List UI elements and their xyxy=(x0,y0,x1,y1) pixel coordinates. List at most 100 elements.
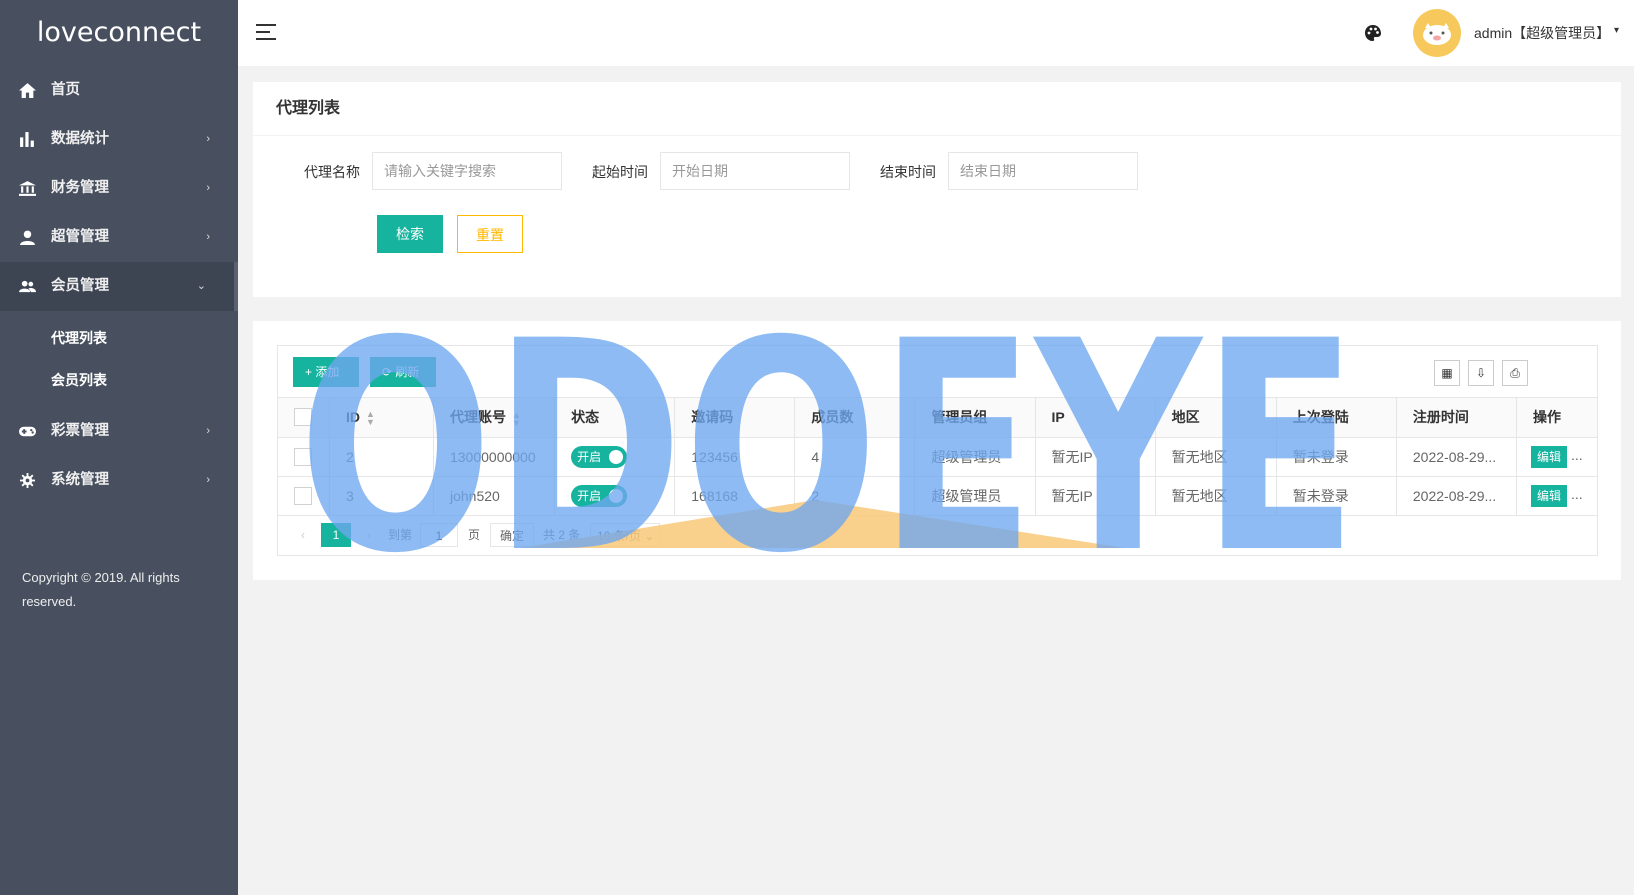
sidebar-item-system[interactable]: 系统管理 › xyxy=(0,456,238,505)
prev-page-icon[interactable]: ‹ xyxy=(290,523,316,547)
top-header: admin【超级管理员】 ▾ xyxy=(238,0,1634,66)
table-toolbar: + 添加 ⟳ 刷新 ▦ ⇩ ⎙ xyxy=(278,346,1597,398)
sidebar-item-label: 系统管理 xyxy=(51,472,109,488)
chevron-down-icon: ⌄ xyxy=(196,280,206,292)
status-toggle[interactable]: 开启 xyxy=(571,445,628,468)
bar-chart-icon xyxy=(20,132,34,147)
caret-down-icon[interactable]: ▾ xyxy=(1614,25,1619,36)
sidebar-item-members[interactable]: 会员管理 ⌄ xyxy=(0,262,238,311)
more-actions[interactable]: ... xyxy=(1571,447,1583,463)
goto-label: 到第 xyxy=(388,528,413,542)
sidebar-item-stats[interactable]: 数据统计 › xyxy=(0,115,238,164)
page-title: 代理列表 xyxy=(253,82,1621,136)
cell-ip: 暂无IP xyxy=(1035,476,1156,516)
gamepad-icon xyxy=(19,426,36,437)
agent-name-label: 代理名称 xyxy=(304,164,360,180)
cell-invite: 168168 xyxy=(674,476,796,516)
column-header-last-login: 上次登陆 xyxy=(1276,398,1397,438)
cell-members: 4 xyxy=(794,437,916,477)
refresh-button[interactable]: ⟳ 刷新 xyxy=(370,357,436,387)
sidebar-subitem-agent-list[interactable]: 代理列表 xyxy=(0,317,238,359)
column-header-ip: IP xyxy=(1035,398,1156,438)
chevron-right-icon: › xyxy=(206,474,210,486)
cell-account: 13000000000 xyxy=(433,437,556,477)
palette-icon[interactable] xyxy=(1364,24,1382,42)
start-time-label: 起始时间 xyxy=(592,164,648,180)
cell-invite: 123456 xyxy=(674,437,796,477)
row-checkbox[interactable] xyxy=(294,447,312,466)
export-icon[interactable]: ⇩ xyxy=(1468,360,1494,386)
pagination: ‹ 1 › 到第 1 页 确定 共 2 条 10 条/页 ⌄ xyxy=(278,514,1597,554)
sort-icon[interactable]: ▲ ▼ xyxy=(512,410,521,427)
sort-icon[interactable]: ▲ ▼ xyxy=(366,409,375,426)
bank-icon xyxy=(19,181,36,196)
chevron-right-icon: › xyxy=(206,231,210,243)
gear-icon xyxy=(20,473,35,488)
chevron-right-icon: › xyxy=(206,182,210,194)
cell-members: 2 xyxy=(794,476,916,516)
cell-id: 3 xyxy=(329,476,434,516)
column-header-members: 成员数 xyxy=(794,398,916,438)
sidebar-item-label: 超管管理 xyxy=(51,229,109,245)
column-header-region: 地区 xyxy=(1155,398,1277,438)
column-header-invite: 邀请码 xyxy=(674,398,796,438)
end-time-label: 结束时间 xyxy=(880,164,936,180)
add-button[interactable]: + 添加 xyxy=(293,357,359,387)
row-checkbox[interactable] xyxy=(294,486,312,505)
user-icon xyxy=(20,230,35,245)
reset-button[interactable]: 重置 xyxy=(457,215,523,253)
copyright-text: Copyright © 2019. All rights reserved. xyxy=(22,570,180,609)
next-page-icon[interactable]: › xyxy=(356,523,382,547)
avatar-pig-icon xyxy=(1423,23,1451,45)
chevron-right-icon: › xyxy=(206,133,210,145)
sidebar-item-finance[interactable]: 财务管理 › xyxy=(0,164,238,213)
goto-confirm-button[interactable]: 确定 xyxy=(490,523,534,547)
columns-filter-icon[interactable]: ▦ xyxy=(1434,360,1460,386)
edit-button[interactable]: 编辑 xyxy=(1530,484,1567,507)
search-card: 代理列表 代理名称 请输入关键字搜索 起始时间 开始日期 结束时间 结束日期 检… xyxy=(253,82,1621,297)
table-row: 2 13000000000 开启 123456 4 超级管理员 暂无IP 暂无地… xyxy=(278,437,1597,477)
admin-name[interactable]: admin【超级管理员】 xyxy=(1474,23,1610,43)
users-icon xyxy=(19,280,36,293)
column-header-id[interactable]: ID ▲ ▼ xyxy=(329,398,434,438)
page-1-button[interactable]: 1 xyxy=(321,523,351,547)
cell-group: 超级管理员 xyxy=(914,476,1036,516)
page-size-select[interactable]: 10 条/页 ⌄ xyxy=(590,523,660,547)
more-actions[interactable]: ... xyxy=(1571,486,1583,502)
menu-toggle-icon[interactable] xyxy=(256,24,276,40)
sidebar-item-label: 会员管理 xyxy=(51,278,109,294)
sidebar-subitem-member-list[interactable]: 会员列表 xyxy=(0,359,238,401)
sidebar-item-superadmin[interactable]: 超管管理 › xyxy=(0,213,238,262)
start-date-input[interactable]: 开始日期 xyxy=(660,152,850,190)
column-header-account[interactable]: 代理账号 ▲ ▼ xyxy=(433,398,556,438)
cell-last-login: 暂未登录 xyxy=(1276,476,1397,516)
search-button[interactable]: 检索 xyxy=(377,215,443,253)
sidebar-item-home[interactable]: 首页 xyxy=(0,66,238,115)
status-toggle[interactable]: 开启 xyxy=(571,484,628,507)
end-date-input[interactable]: 结束日期 xyxy=(948,152,1138,190)
print-icon[interactable]: ⎙ xyxy=(1502,360,1528,386)
cell-region: 暂无地区 xyxy=(1155,437,1277,477)
edit-button[interactable]: 编辑 xyxy=(1530,445,1567,468)
column-header-status: 状态 xyxy=(554,398,676,438)
sidebar-item-lottery[interactable]: 彩票管理 › xyxy=(0,407,238,456)
cell-id: 2 xyxy=(329,437,434,477)
table-card: + 添加 ⟳ 刷新 ▦ ⇩ ⎙ ID ▲ ▼ 代理账号 ▲ ▼ 状态 邀请码 成员数 管… xyxy=(253,321,1621,580)
app-logo[interactable]: loveconnect xyxy=(0,0,238,66)
cell-ip: 暂无IP xyxy=(1035,437,1156,477)
agent-name-input[interactable]: 请输入关键字搜索 xyxy=(372,152,562,190)
select-all-checkbox[interactable] xyxy=(294,408,312,427)
sidebar: loveconnect 首页 数据统计 › 财务管理 › 超管管理 › 会员管理… xyxy=(0,0,238,895)
cell-account: john520 xyxy=(433,476,556,516)
column-header-group: 管理员组 xyxy=(914,398,1036,438)
table-row: 3 john520 开启 168168 2 超级管理员 暂无IP 暂无地区 暂未… xyxy=(278,476,1597,516)
avatar[interactable] xyxy=(1413,9,1461,57)
sidebar-item-label: 首页 xyxy=(51,82,80,98)
home-icon xyxy=(19,83,36,98)
cell-reg-time: 2022-08-29... xyxy=(1396,437,1517,477)
goto-page-input[interactable]: 1 xyxy=(420,523,458,547)
cell-region: 暂无地区 xyxy=(1155,476,1277,516)
cell-last-login: 暂未登录 xyxy=(1276,437,1397,477)
select-all-cell xyxy=(278,398,330,438)
sidebar-item-label: 财务管理 xyxy=(51,180,109,196)
